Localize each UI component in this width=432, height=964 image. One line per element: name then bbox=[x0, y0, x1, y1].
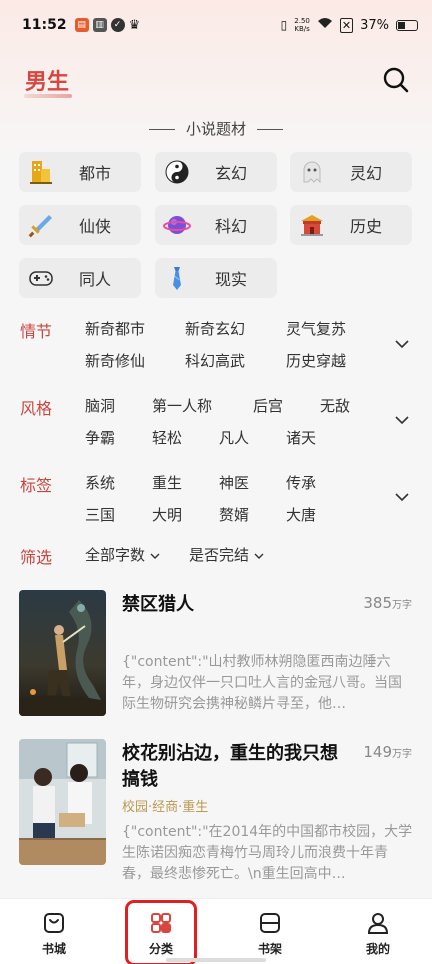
crown-notification-icon: ♛ bbox=[128, 17, 141, 33]
genre-label: 历史 bbox=[349, 217, 382, 236]
filter-option[interactable]: 无敌 bbox=[320, 395, 350, 416]
network-speed: 2.50 KB/s bbox=[294, 17, 310, 33]
word-count-dropdown[interactable]: 全部字数 bbox=[85, 544, 161, 565]
section-label: 小说题材 bbox=[0, 118, 432, 139]
filter-option[interactable]: 轻松 bbox=[152, 427, 182, 448]
book-cover[interactable] bbox=[19, 590, 106, 716]
genre-label: 都市 bbox=[78, 164, 111, 183]
search-button[interactable] bbox=[382, 66, 410, 94]
genre-linghuan[interactable]: 灵幻 bbox=[290, 152, 412, 192]
nav-profile[interactable]: 我的 bbox=[324, 899, 432, 964]
genre-kehuan[interactable]: 科幻 bbox=[155, 205, 277, 245]
filter-option[interactable]: 神医 bbox=[219, 472, 249, 493]
filter-option[interactable]: 大明 bbox=[152, 504, 182, 525]
book-description: {"content":"在2014年的中国都市校园，大学生陈诺因痴恋青梅竹马周玲… bbox=[122, 824, 413, 882]
filter-option[interactable]: 重生 bbox=[152, 472, 182, 493]
genre-label: 玄幻 bbox=[214, 164, 247, 183]
book-item[interactable]: 校花别沾边，重生的我只想搞钱 149万字 校园·经商·重生 {"content"… bbox=[0, 739, 432, 882]
divider bbox=[256, 129, 283, 130]
filter-option[interactable]: 科幻高武 bbox=[185, 350, 245, 371]
book-word-count: 149万字 bbox=[363, 743, 412, 761]
filter-option[interactable]: 争霸 bbox=[85, 427, 115, 448]
wifi-icon bbox=[317, 17, 333, 33]
divider bbox=[149, 129, 176, 130]
profile-icon bbox=[367, 913, 389, 934]
book-title[interactable]: 校花别沾边，重生的我只想搞钱 bbox=[122, 741, 354, 793]
book-word-count: 385万字 bbox=[363, 594, 412, 612]
app-notification-icon: ▤ bbox=[74, 18, 89, 32]
filter-option[interactable]: 凡人 bbox=[219, 427, 249, 448]
genre-label: 灵幻 bbox=[349, 164, 382, 183]
book-item[interactable]: 禁区猎人 385万字 {"content":"山村教师林朔隐匿西南边陲六年，身边… bbox=[0, 590, 432, 730]
filter-option[interactable]: 灵气复苏 bbox=[286, 318, 346, 339]
genre-xianshi[interactable]: 现实 bbox=[155, 258, 277, 298]
filter-option[interactable]: 系统 bbox=[85, 472, 115, 493]
battery-level: 37% bbox=[360, 17, 389, 33]
filter-option[interactable]: 赘婿 bbox=[219, 504, 249, 525]
vibrate-icon: ▯ bbox=[280, 18, 288, 32]
book-cover[interactable] bbox=[19, 739, 106, 865]
completion-dropdown[interactable]: 是否完结 bbox=[189, 544, 265, 565]
nav-bookshelf[interactable]: 书架 bbox=[216, 899, 324, 964]
genre-label: 同人 bbox=[78, 270, 111, 289]
genre-label: 仙侠 bbox=[78, 217, 111, 236]
filter-option[interactable]: 新奇都市 bbox=[85, 318, 145, 339]
chevron-down-icon bbox=[150, 553, 160, 559]
filter-option[interactable]: 传承 bbox=[286, 472, 316, 493]
title-underline bbox=[24, 94, 72, 98]
filter-option[interactable]: 诸天 bbox=[286, 427, 316, 448]
home-indicator[interactable] bbox=[166, 958, 266, 962]
filter-option[interactable]: 新奇玄幻 bbox=[185, 318, 245, 339]
filter-label: 标签 bbox=[20, 476, 53, 495]
bottom-nav: 书城 分类 书架 我的 bbox=[0, 898, 432, 964]
expand-chevron-icon[interactable] bbox=[394, 489, 410, 505]
bookstore-icon bbox=[44, 913, 64, 933]
calendar-notification-icon: ▥ bbox=[92, 18, 107, 32]
book-tags: 校园·经商·重生 bbox=[122, 800, 209, 815]
expand-chevron-icon[interactable] bbox=[394, 412, 410, 428]
nav-label: 我的 bbox=[365, 942, 390, 956]
header: 男生 bbox=[0, 62, 432, 102]
genre-tongren[interactable]: 同人 bbox=[19, 258, 141, 298]
search-icon bbox=[383, 67, 409, 93]
filter-option[interactable]: 历史穿越 bbox=[286, 350, 346, 371]
filter-label: 风格 bbox=[20, 399, 53, 418]
filter-label: 情节 bbox=[20, 322, 53, 341]
nav-bookstore[interactable]: 书城 bbox=[0, 899, 108, 964]
filter-option[interactable]: 脑洞 bbox=[85, 395, 115, 416]
status-bar: 11:52 ▤ ▥ ✓ ♛ ▯ 2.50 KB/s ✕ 37% bbox=[0, 0, 432, 50]
sim-icon: ✕ bbox=[339, 17, 354, 33]
genre-xuanhuan[interactable]: 玄幻 bbox=[155, 152, 277, 192]
chevron-down-icon bbox=[254, 553, 264, 559]
nav-label: 书城 bbox=[41, 942, 66, 956]
status-time: 11:52 bbox=[22, 17, 67, 33]
expand-chevron-icon[interactable] bbox=[394, 336, 410, 352]
book-title[interactable]: 禁区猎人 bbox=[122, 592, 354, 618]
filter-option[interactable]: 后宫 bbox=[253, 395, 283, 416]
genre-label: 科幻 bbox=[214, 217, 247, 236]
filter-option[interactable]: 三国 bbox=[85, 504, 115, 525]
filter-label: 筛选 bbox=[20, 548, 53, 567]
filter-option[interactable]: 大唐 bbox=[286, 504, 316, 525]
filter-option[interactable]: 第一人称 bbox=[152, 395, 212, 416]
battery-icon bbox=[396, 19, 418, 31]
nav-label: 书架 bbox=[257, 942, 282, 956]
page-title[interactable]: 男生 bbox=[25, 64, 69, 96]
genre-dushi[interactable]: 都市 bbox=[19, 152, 141, 192]
bookshelf-icon bbox=[260, 913, 280, 933]
selected-tab-highlight bbox=[125, 900, 197, 964]
genre-lishi[interactable]: 历史 bbox=[290, 205, 412, 245]
book-description: {"content":"山村教师林朔隐匿西南边陲六年，身边仅伴一只口吐人言的金冠… bbox=[122, 654, 402, 712]
genre-label: 现实 bbox=[214, 270, 247, 289]
check-notification-icon: ✓ bbox=[110, 18, 125, 32]
genre-xianxia[interactable]: 仙侠 bbox=[19, 205, 141, 245]
filter-option[interactable]: 新奇修仙 bbox=[85, 350, 145, 371]
